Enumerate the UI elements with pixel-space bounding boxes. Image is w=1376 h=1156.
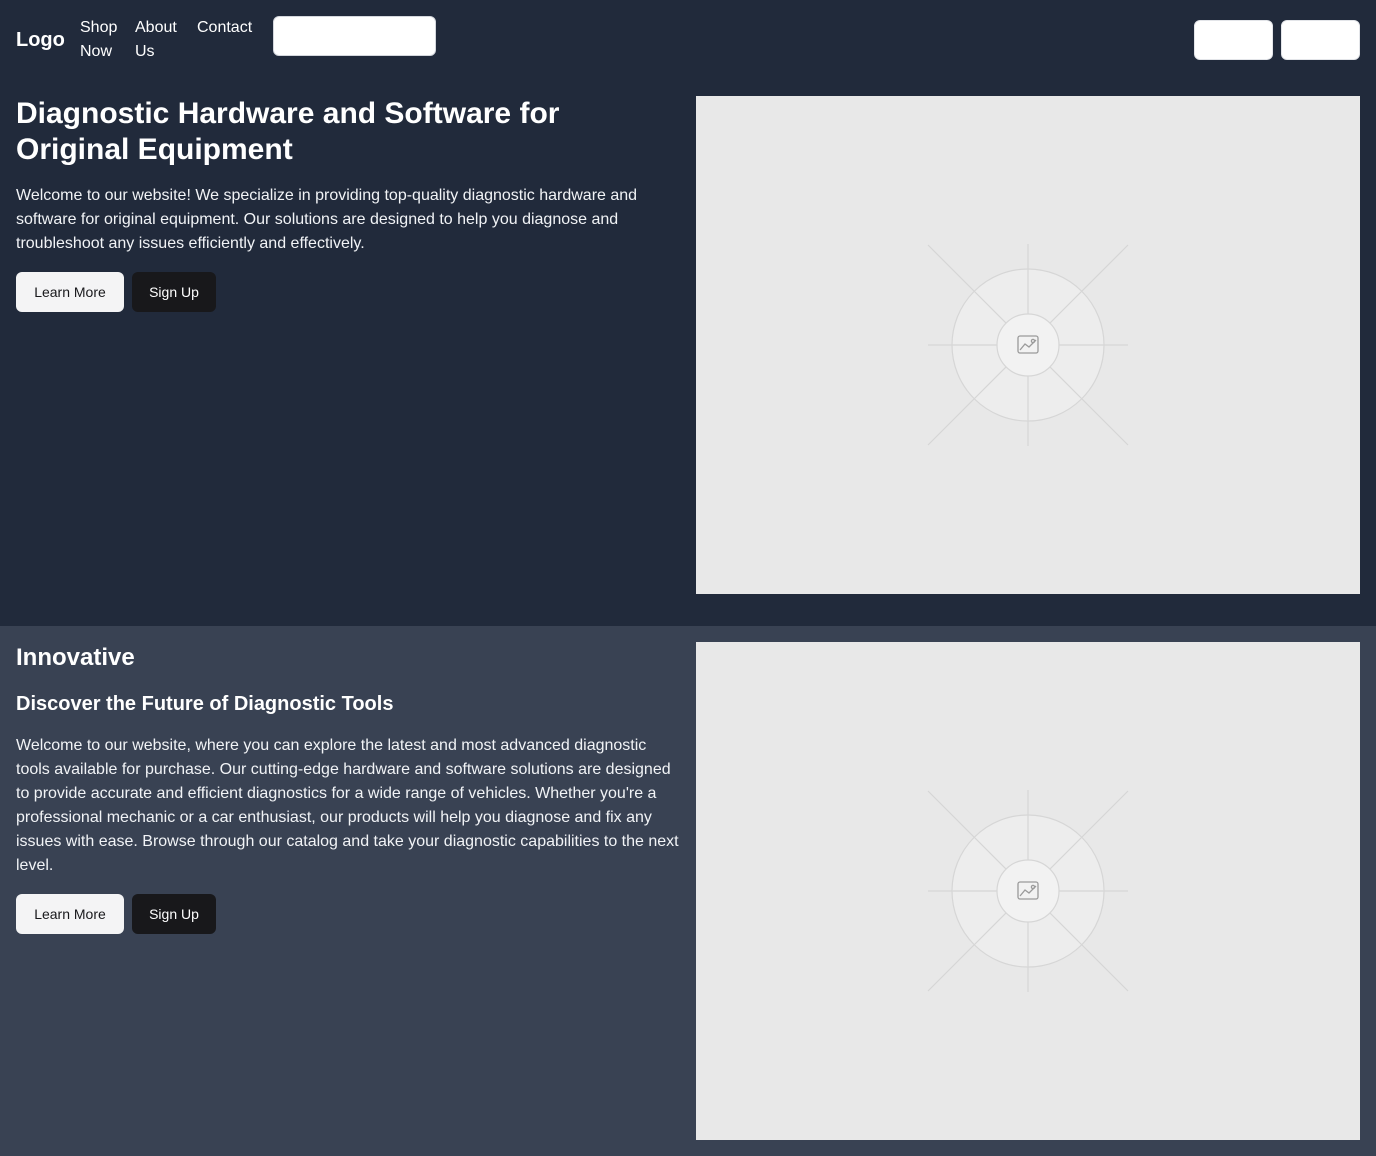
sign-up-button[interactable]: Sign Up	[132, 894, 216, 934]
feature-title: Discover the Future of Diagnostic Tools	[16, 693, 394, 715]
hero-description: Welcome to our website! We specialize in…	[16, 187, 638, 252]
nav-button-1[interactable]	[1194, 20, 1273, 60]
image-placeholder-icon	[927, 244, 1129, 446]
image-placeholder-icon	[927, 790, 1129, 992]
feature-tagline: Innovative	[16, 644, 135, 671]
nav-link-shop-now[interactable]: Shop Now	[80, 16, 124, 64]
nav-link-contact[interactable]: Contact	[197, 16, 267, 40]
nav-link-about-us[interactable]: About Us	[135, 16, 185, 64]
hero-section: Diagnostic Hardware and Software for Ori…	[0, 80, 1376, 626]
sign-up-button[interactable]: Sign Up	[132, 272, 216, 312]
hero-title: Diagnostic Hardware and Software for Ori…	[16, 97, 560, 166]
search-input[interactable]	[273, 16, 436, 56]
hero-image-placeholder	[696, 96, 1360, 594]
learn-more-button[interactable]: Learn More	[16, 894, 124, 934]
navbar: Logo Shop Now About Us Contact	[0, 0, 1376, 80]
feature-image-placeholder	[696, 642, 1360, 1140]
feature-section: Innovative Discover the Future of Diagno…	[0, 626, 1376, 1156]
logo[interactable]: Logo	[16, 28, 65, 52]
learn-more-button[interactable]: Learn More	[16, 272, 124, 312]
nav-button-2[interactable]	[1281, 20, 1360, 60]
feature-description: Welcome to our website, where you can ex…	[16, 737, 679, 874]
